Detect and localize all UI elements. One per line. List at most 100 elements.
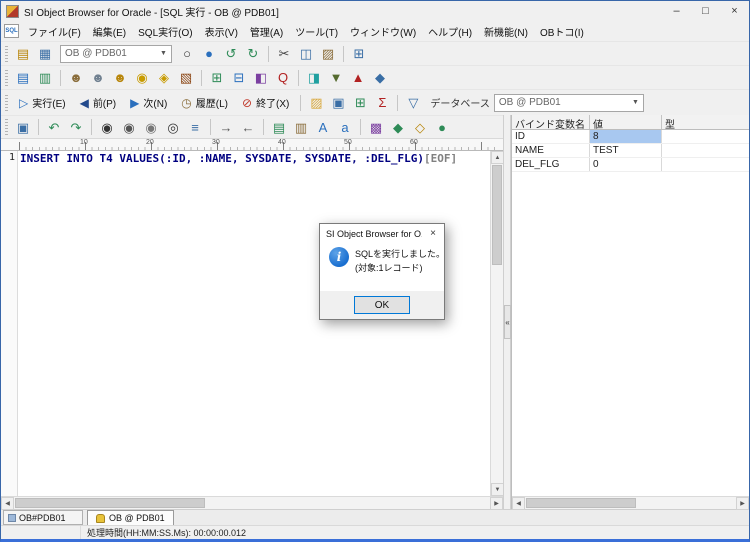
bind-value-cell[interactable]: TEST xyxy=(590,144,662,157)
scroll-up-icon[interactable]: ▲ xyxy=(491,151,503,164)
ok-button[interactable]: OK xyxy=(354,296,410,314)
scrollbar-thumb[interactable] xyxy=(492,165,502,265)
toolbar-grip[interactable] xyxy=(5,45,8,62)
redo-transaction-icon[interactable]: ↻ xyxy=(242,44,264,64)
synonym-icon[interactable]: ◨ xyxy=(303,68,325,88)
scrollbar-track[interactable] xyxy=(14,497,490,509)
grid-icon[interactable]: ⊞ xyxy=(348,44,370,64)
maximize-button[interactable]: □ xyxy=(691,1,720,21)
prev-button[interactable]: ◀ 前(P) xyxy=(73,92,124,114)
users-icon[interactable]: ☻ xyxy=(87,68,109,88)
bind-col-value-header[interactable]: 値 xyxy=(590,115,662,129)
indent-icon[interactable]: → xyxy=(215,117,237,137)
comment-icon[interactable]: ▤ xyxy=(268,117,290,137)
format-sql-icon[interactable]: ▩ xyxy=(365,117,387,137)
toolbar-grip[interactable] xyxy=(5,94,8,111)
menu-file[interactable]: ファイル(F) xyxy=(22,21,87,42)
bind-value-cell[interactable]: 0 xyxy=(590,158,662,171)
bind-row[interactable]: NAME TEST xyxy=(512,144,749,158)
menu-obtoko[interactable]: OBトコ(I) xyxy=(534,21,590,42)
splitter[interactable]: « xyxy=(503,115,511,509)
run-button[interactable]: ▷ 実行(E) xyxy=(12,92,73,114)
copy-session-icon[interactable]: ▦ xyxy=(34,44,56,64)
find-icon[interactable]: ◉ xyxy=(96,117,118,137)
dialog-close-button[interactable]: × xyxy=(422,224,444,243)
cluster-icon[interactable]: ◆ xyxy=(369,68,391,88)
copy-icon[interactable]: ◫ xyxy=(295,44,317,64)
stop-icon[interactable]: ○ xyxy=(176,44,198,64)
menu-new-features[interactable]: 新機能(N) xyxy=(478,21,534,42)
uncomment-icon[interactable]: ▥ xyxy=(290,117,312,137)
describe-icon[interactable]: ◇ xyxy=(409,117,431,137)
script-icon[interactable]: ▥ xyxy=(34,68,56,88)
menu-window[interactable]: ウィンドウ(W) xyxy=(344,21,422,42)
scroll-left-icon[interactable]: ◀ xyxy=(512,497,525,510)
bind-row[interactable]: DEL_FLG 0 xyxy=(512,158,749,172)
single-record-icon[interactable]: ⊞ xyxy=(349,93,371,113)
package-icon[interactable]: ◧ xyxy=(250,68,272,88)
view-icon[interactable]: ⊟ xyxy=(228,68,250,88)
sql-text-area[interactable]: INSERT INTO T4 VALUES(:ID, :NAME, SYSDAT… xyxy=(18,151,490,496)
database-combo[interactable]: OB @ PDB01 ▼ xyxy=(493,93,644,112)
menu-help[interactable]: ヘルプ(H) xyxy=(422,21,478,42)
user-icon[interactable]: ☻ xyxy=(65,68,87,88)
menu-sql-exec[interactable]: SQL実行(O) xyxy=(132,21,198,42)
find-next-icon[interactable]: ◉ xyxy=(118,117,140,137)
minimized-session-window[interactable]: OB#PDB01 xyxy=(3,510,83,525)
filter-icon[interactable]: ▽ xyxy=(402,93,424,113)
commit-icon[interactable]: ● xyxy=(198,44,220,64)
history-button[interactable]: ◷ 履歴(L) xyxy=(174,92,235,114)
uppercase-icon[interactable]: A xyxy=(312,117,334,137)
minimize-button[interactable]: – xyxy=(662,1,691,21)
close-button[interactable]: × xyxy=(720,1,749,21)
sum-icon[interactable]: Σ xyxy=(371,93,393,113)
toolbar-grip[interactable] xyxy=(5,119,8,135)
role-icon[interactable]: ☻ xyxy=(109,68,131,88)
bind-col-type-header[interactable]: 型 xyxy=(662,115,749,129)
scrollbar-thumb[interactable] xyxy=(15,498,205,508)
cut-icon[interactable]: ✂ xyxy=(273,44,295,64)
redo-edit-icon[interactable]: ↷ xyxy=(65,117,87,137)
find-prev-icon[interactable]: ◉ xyxy=(140,117,162,137)
next-button[interactable]: ▶ 次(N) xyxy=(123,92,174,114)
connection-combo[interactable]: OB @ PDB01 ▼ xyxy=(60,44,172,63)
menu-view[interactable]: 表示(V) xyxy=(199,21,244,42)
replace-icon[interactable]: ◎ xyxy=(162,117,184,137)
rollback-icon[interactable]: ↺ xyxy=(220,44,242,64)
explain-plan-icon[interactable]: ◆ xyxy=(387,117,409,137)
collapse-button[interactable]: « xyxy=(504,305,511,339)
toolbar-grip[interactable] xyxy=(5,69,8,86)
scrollbar-track[interactable] xyxy=(491,164,503,483)
trigger-icon[interactable]: ▲ xyxy=(347,68,369,88)
tab-sql-window[interactable]: OB @ PDB01 xyxy=(87,510,174,525)
bind-hscrollbar[interactable]: ◀ ▶ xyxy=(512,496,749,510)
index-icon[interactable]: ▼ xyxy=(325,68,347,88)
lowercase-icon[interactable]: a xyxy=(334,117,356,137)
goto-line-icon[interactable]: ≡ xyxy=(184,117,206,137)
outdent-icon[interactable]: ← xyxy=(237,117,259,137)
table-icon[interactable]: ⊞ xyxy=(206,68,228,88)
sequence-icon[interactable]: Q xyxy=(272,68,294,88)
options-icon[interactable]: ● xyxy=(431,117,453,137)
save-file-icon[interactable]: ▣ xyxy=(327,93,349,113)
scrollbar-thumb[interactable] xyxy=(526,498,636,508)
scroll-right-icon[interactable]: ▶ xyxy=(490,497,503,510)
scroll-down-icon[interactable]: ▼ xyxy=(491,483,503,496)
profile-book-icon[interactable]: ▧ xyxy=(175,68,197,88)
bind-col-name-header[interactable]: バインド変数名 xyxy=(512,115,590,129)
new-session-icon[interactable]: ▤ xyxy=(12,44,34,64)
menu-tools[interactable]: ツール(T) xyxy=(289,21,344,42)
key-icon[interactable]: ◈ xyxy=(153,68,175,88)
bind-value-cell[interactable]: 8 xyxy=(590,130,662,143)
save-sql-icon[interactable]: ▣ xyxy=(12,117,34,137)
paste-icon[interactable]: ▨ xyxy=(317,44,339,64)
open-file-icon[interactable]: ▨ xyxy=(305,93,327,113)
end-button[interactable]: ⊘ 終了(X) xyxy=(235,92,296,114)
lock-icon[interactable]: ◉ xyxy=(131,68,153,88)
scroll-left-icon[interactable]: ◀ xyxy=(1,497,14,510)
menu-admin[interactable]: 管理(A) xyxy=(244,21,289,42)
scrollbar-track[interactable] xyxy=(525,497,736,509)
editor-vscrollbar[interactable]: ▲ ▼ xyxy=(490,151,503,496)
scroll-right-icon[interactable]: ▶ xyxy=(736,497,749,510)
undo-edit-icon[interactable]: ↶ xyxy=(43,117,65,137)
